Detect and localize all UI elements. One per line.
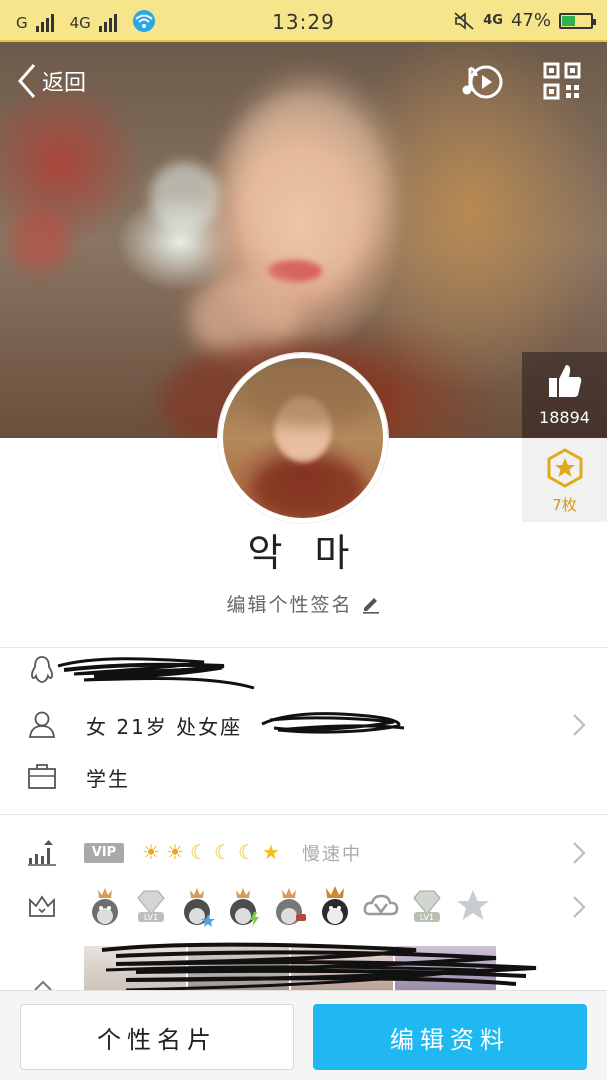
profile-card-button[interactable]: 个性名片 — [20, 1004, 294, 1070]
chevron-left-icon — [18, 64, 36, 98]
chevron-right-icon — [573, 896, 586, 918]
thumbs-up-icon — [548, 365, 581, 397]
chevron-right-icon — [573, 842, 586, 864]
back-button[interactable]: 返回 — [16, 62, 86, 100]
speed-status: 慢速中 — [302, 844, 362, 865]
qr-code-button[interactable] — [543, 62, 581, 104]
mute-icon — [454, 11, 474, 30]
redacted-scribble — [261, 712, 405, 734]
battery-percent: 47% — [510, 10, 551, 31]
occupation-text: 学生 — [86, 766, 130, 791]
qr-code-icon — [543, 62, 581, 100]
status-bar: G 4G 13:29 4G 47% — [0, 0, 607, 42]
signature-label: 编辑个性签名 — [226, 594, 353, 616]
sun-icon: ☀ — [142, 840, 160, 864]
music-button[interactable] — [462, 62, 504, 106]
moon-icon: ☾ — [214, 840, 232, 864]
badge-list: LV1 LV1 — [86, 882, 492, 928]
sun-icon: ☀ — [166, 840, 184, 864]
basic-info-row[interactable]: 女 21岁 处女座 — [0, 700, 607, 750]
medal-count: 7枚 — [552, 496, 577, 514]
diamond-lv1-badge-icon: LV1 — [137, 890, 165, 922]
briefcase-icon — [28, 764, 56, 789]
penguin-crown-gold-badge-icon — [322, 886, 348, 925]
level-chart-icon — [28, 840, 56, 866]
penguin-crown-bolt-badge-icon — [230, 888, 259, 927]
bottom-action-bar: 个性名片 编辑资料 — [0, 990, 607, 1080]
penguin-crown-star-badge-icon — [184, 888, 215, 927]
badge-lv1-label: LV1 — [144, 913, 158, 922]
badge-lv1-label: LV1 — [420, 913, 434, 922]
moon-icon: ☾ — [238, 840, 256, 864]
occupation-row: 学生 — [0, 752, 607, 802]
edit-signature[interactable]: 编辑个性签名 — [0, 590, 607, 617]
chevron-right-icon — [573, 714, 586, 736]
like-count: 18894 — [539, 408, 590, 427]
cloud-vip-badge-icon — [363, 894, 399, 916]
vip-badge: VIP — [84, 843, 124, 863]
basic-info-text: 女 21岁 处女座 — [86, 714, 243, 739]
medal-button[interactable]: 7枚 — [522, 438, 607, 522]
music-icon — [462, 65, 503, 99]
qq-number-row — [0, 646, 607, 696]
divider — [0, 814, 607, 815]
battery-icon — [559, 12, 596, 29]
crown-icon — [29, 895, 55, 917]
medal-icon — [547, 448, 582, 488]
back-label: 返回 — [42, 71, 87, 96]
like-button[interactable]: 18894 — [522, 352, 607, 438]
edit-profile-button[interactable]: 编辑资料 — [313, 1004, 587, 1070]
diamond-lv1-badge-icon: LV1 — [413, 890, 441, 922]
moon-icon: ☾ — [190, 840, 208, 864]
penguin-crown-game-badge-icon — [276, 888, 306, 925]
pencil-icon — [362, 597, 379, 614]
profile-name: 악 마 — [247, 531, 360, 575]
penguin-crown-badge-icon — [92, 888, 118, 925]
redacted-scribble — [57, 657, 255, 690]
star-badge-icon — [457, 890, 489, 920]
star-icon: ★ — [262, 840, 280, 864]
status-right: 4G 47% — [453, 10, 596, 31]
redacted-scribble — [101, 942, 537, 992]
level-icons: ☀ ☀ ☾ ☾ ☾ ★ — [140, 840, 282, 864]
person-icon — [28, 711, 56, 738]
network-type: 4G — [483, 13, 503, 28]
avatar[interactable] — [218, 353, 388, 523]
